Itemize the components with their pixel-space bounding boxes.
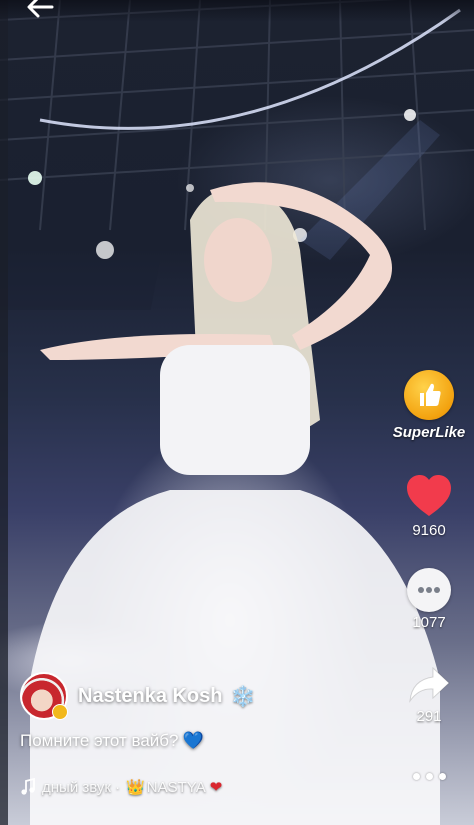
sound-prefix: дный звук · — [42, 778, 121, 796]
comment-bubble-icon — [418, 587, 440, 593]
like-count: 9160 — [412, 522, 446, 539]
like-button[interactable] — [403, 472, 455, 520]
caption-text: Помните этот вайб? — [20, 731, 179, 750]
heart-icon — [407, 475, 451, 516]
share-action[interactable]: 291 — [384, 664, 474, 725]
post-caption: Помните этот вайб? 💙 — [20, 731, 204, 751]
comment-action[interactable]: 1077 — [384, 568, 474, 631]
action-rail: SuperLike 9160 1077 291 — [384, 0, 474, 825]
thumbs-up-icon — [420, 383, 441, 406]
like-action[interactable]: 9160 — [384, 472, 474, 539]
comment-button[interactable] — [407, 568, 451, 612]
author-row[interactable]: Nastenka Kosh ❄️ — [20, 672, 255, 720]
crown-emoji: 👑 — [126, 779, 145, 796]
sound-user: NASTYA — [146, 778, 206, 796]
snowflake-emoji: ❄️ — [230, 685, 256, 708]
avatar[interactable] — [20, 672, 68, 720]
left-edge-border — [0, 0, 8, 825]
more-action[interactable] — [384, 766, 474, 786]
video-post-screen: SuperLike 9160 1077 291 Nastenka Kosh ❄️… — [0, 0, 474, 825]
back-button[interactable] — [24, 0, 56, 20]
dot — [438, 772, 446, 780]
more-dots-icon[interactable] — [407, 766, 451, 786]
music-note-icon — [21, 778, 35, 795]
arrow-left-icon — [27, 0, 54, 18]
superlike-label: SuperLike — [392, 424, 466, 441]
share-count: 291 — [416, 708, 442, 725]
dot — [412, 772, 420, 780]
share-button[interactable] — [405, 664, 453, 706]
avatar-badge — [52, 704, 68, 720]
comment-count: 1077 — [412, 614, 446, 631]
sound-row[interactable]: дный звук · 👑 NASTYA ❤ — [20, 778, 222, 796]
share-arrow-icon — [409, 666, 450, 703]
blue-heart-emoji: 💙 — [182, 731, 204, 750]
superlike-action[interactable]: SuperLike — [384, 370, 474, 441]
superlike-button[interactable] — [404, 370, 454, 420]
red-heart-emoji: ❤ — [209, 779, 223, 796]
author-name[interactable]: Nastenka Kosh — [78, 685, 223, 708]
dot — [425, 772, 433, 780]
